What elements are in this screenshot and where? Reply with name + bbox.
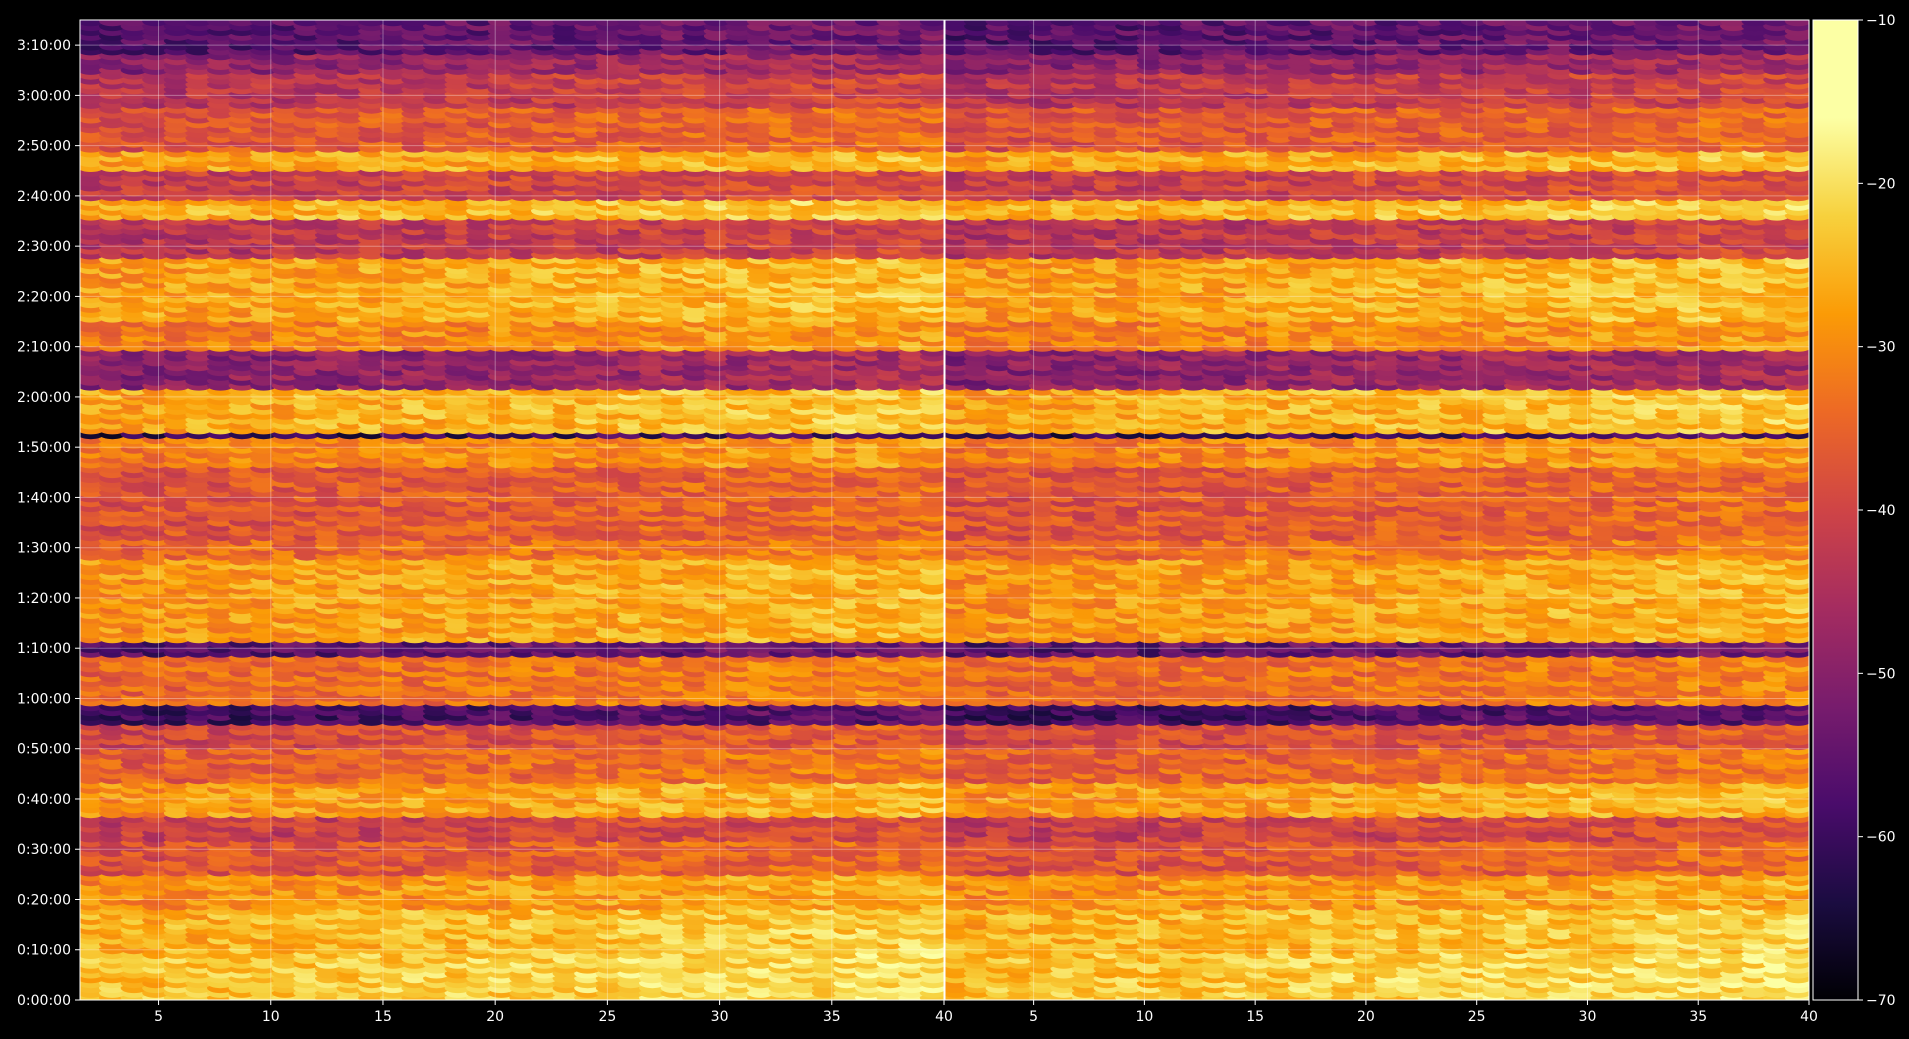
heatmap-figure: 0:00:000:10:000:20:000:30:000:40:000:50:… (17, 13, 1896, 1025)
heatmap-panel-left (80, 20, 944, 1000)
heatmap-cells-left (80, 20, 944, 1000)
